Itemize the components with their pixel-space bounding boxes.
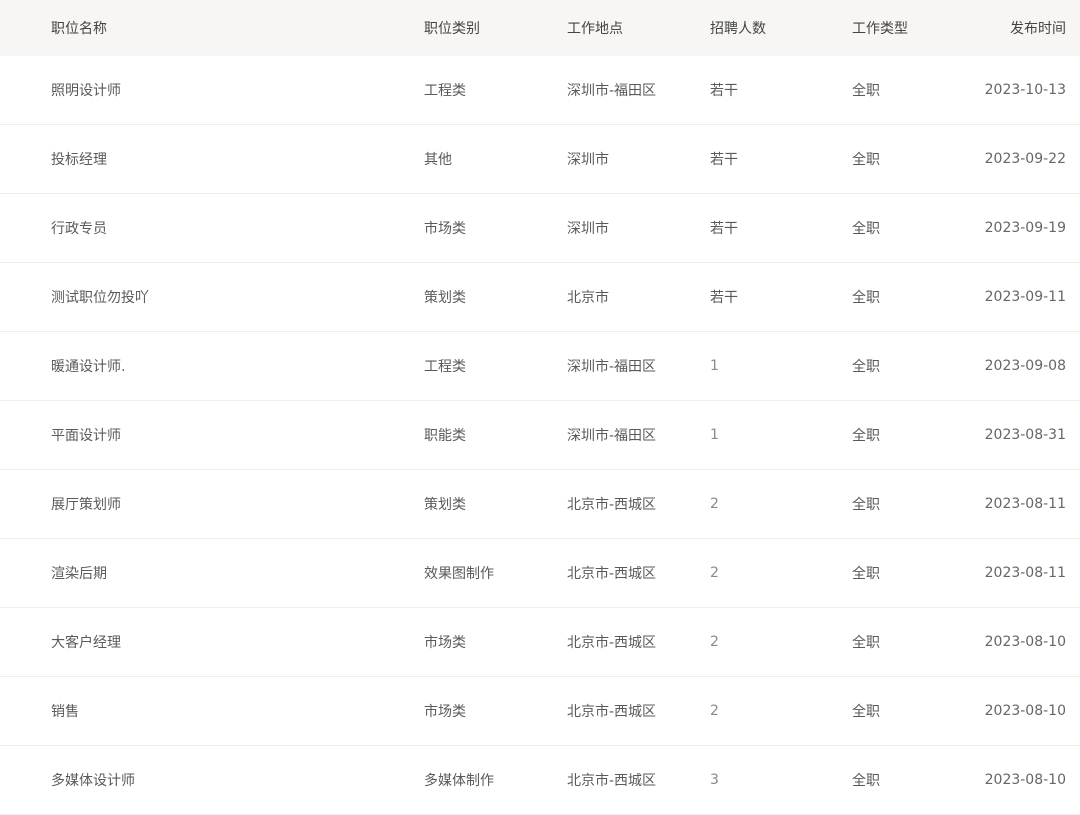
publish-date-cell: 2023-08-11 bbox=[984, 496, 1066, 512]
table-row[interactable]: 展厅策划师 策划类 北京市-西城区 2 全职 2023-08-11 bbox=[0, 470, 1080, 539]
position-name-link[interactable]: 渲染后期 bbox=[51, 539, 107, 607]
position-name-link[interactable]: 行政专员 bbox=[51, 194, 107, 262]
category-cell: 市场类 bbox=[424, 635, 466, 651]
position-name-link[interactable]: 大客户经理 bbox=[51, 608, 121, 676]
location-cell: 深圳市-福田区 bbox=[567, 83, 657, 99]
job-type-cell: 全职 bbox=[852, 152, 880, 168]
table-row[interactable]: 测试职位勿投吖 策划类 北京市 若干 全职 2023-09-11 bbox=[0, 263, 1080, 332]
position-name-link[interactable]: 平面设计师 bbox=[51, 401, 121, 469]
headcount-cell: 若干 bbox=[710, 221, 738, 237]
column-header-position-name: 职位名称 bbox=[51, 21, 107, 37]
headcount-cell: 2 bbox=[710, 565, 719, 581]
publish-date-cell: 2023-10-13 bbox=[984, 82, 1066, 98]
category-cell: 市场类 bbox=[424, 221, 466, 237]
category-cell: 工程类 bbox=[424, 359, 466, 375]
position-name-link[interactable]: 销售 bbox=[51, 677, 79, 745]
table-row[interactable]: 多媒体设计师 多媒体制作 北京市-西城区 3 全职 2023-08-10 bbox=[0, 746, 1080, 815]
category-cell: 策划类 bbox=[424, 497, 466, 513]
category-cell: 多媒体制作 bbox=[424, 773, 494, 789]
location-cell: 北京市-西城区 bbox=[567, 704, 657, 720]
job-type-cell: 全职 bbox=[852, 704, 880, 720]
headcount-cell: 若干 bbox=[710, 152, 738, 168]
position-name-link[interactable]: 展厅策划师 bbox=[51, 470, 121, 538]
position-name-link[interactable]: 照明设计师 bbox=[51, 56, 121, 124]
publish-date-cell: 2023-09-08 bbox=[984, 358, 1066, 374]
headcount-cell: 3 bbox=[710, 772, 719, 788]
publish-date-cell: 2023-08-11 bbox=[984, 565, 1066, 581]
table-row[interactable]: 行政专员 市场类 深圳市 若干 全职 2023-09-19 bbox=[0, 194, 1080, 263]
headcount-cell: 2 bbox=[710, 703, 719, 719]
table-row[interactable]: 照明设计师 工程类 深圳市-福田区 若干 全职 2023-10-13 bbox=[0, 56, 1080, 125]
location-cell: 深圳市 bbox=[567, 221, 609, 237]
location-cell: 北京市-西城区 bbox=[567, 566, 657, 582]
category-cell: 策划类 bbox=[424, 290, 466, 306]
publish-date-cell: 2023-09-19 bbox=[984, 220, 1066, 236]
position-name-link[interactable]: 测试职位勿投吖 bbox=[51, 263, 149, 331]
job-type-cell: 全职 bbox=[852, 290, 880, 306]
table-row[interactable]: 渲染后期 效果图制作 北京市-西城区 2 全职 2023-08-11 bbox=[0, 539, 1080, 608]
location-cell: 北京市-西城区 bbox=[567, 773, 657, 789]
job-type-cell: 全职 bbox=[852, 635, 880, 651]
job-type-cell: 全职 bbox=[852, 566, 880, 582]
location-cell: 北京市-西城区 bbox=[567, 497, 657, 513]
location-cell: 北京市 bbox=[567, 290, 609, 306]
table-row[interactable]: 销售 市场类 北京市-西城区 2 全职 2023-08-10 bbox=[0, 677, 1080, 746]
column-header-category: 职位类别 bbox=[424, 21, 480, 37]
column-header-job-type: 工作类型 bbox=[852, 21, 908, 37]
column-header-location: 工作地点 bbox=[567, 21, 623, 37]
location-cell: 北京市-西城区 bbox=[567, 635, 657, 651]
table-row[interactable]: 平面设计师 职能类 深圳市-福田区 1 全职 2023-08-31 bbox=[0, 401, 1080, 470]
headcount-cell: 若干 bbox=[710, 83, 738, 99]
table-header-row: 职位名称 职位类别 工作地点 招聘人数 工作类型 发布时间 bbox=[0, 0, 1080, 56]
job-type-cell: 全职 bbox=[852, 83, 880, 99]
location-cell: 深圳市 bbox=[567, 152, 609, 168]
category-cell: 市场类 bbox=[424, 704, 466, 720]
category-cell: 工程类 bbox=[424, 83, 466, 99]
table-row[interactable]: 暖通设计师. 工程类 深圳市-福田区 1 全职 2023-09-08 bbox=[0, 332, 1080, 401]
position-name-link[interactable]: 投标经理 bbox=[51, 125, 107, 193]
category-cell: 职能类 bbox=[424, 428, 466, 444]
job-type-cell: 全职 bbox=[852, 773, 880, 789]
location-cell: 深圳市-福田区 bbox=[567, 359, 657, 375]
column-header-headcount: 招聘人数 bbox=[710, 21, 766, 37]
position-name-link[interactable]: 多媒体设计师 bbox=[51, 746, 135, 814]
job-type-cell: 全职 bbox=[852, 359, 880, 375]
publish-date-cell: 2023-09-22 bbox=[984, 151, 1066, 167]
job-type-cell: 全职 bbox=[852, 428, 880, 444]
category-cell: 其他 bbox=[424, 152, 452, 168]
table-body: 照明设计师 工程类 深圳市-福田区 若干 全职 2023-10-13 投标经理 其他 深圳市 若干… bbox=[0, 56, 1080, 815]
location-cell: 深圳市-福田区 bbox=[567, 428, 657, 444]
publish-date-cell: 2023-09-11 bbox=[984, 289, 1066, 305]
position-name-link[interactable]: 暖通设计师. bbox=[51, 332, 125, 400]
headcount-cell: 1 bbox=[710, 427, 719, 443]
publish-date-cell: 2023-08-10 bbox=[984, 703, 1066, 719]
headcount-cell: 2 bbox=[710, 496, 719, 512]
publish-date-cell: 2023-08-10 bbox=[984, 634, 1066, 650]
headcount-cell: 1 bbox=[710, 358, 719, 374]
job-listings-table: 职位名称 职位类别 工作地点 招聘人数 工作类型 发布时间 照明设计师 工程类 深圳… bbox=[0, 0, 1080, 815]
headcount-cell: 2 bbox=[710, 634, 719, 650]
job-type-cell: 全职 bbox=[852, 221, 880, 237]
category-cell: 效果图制作 bbox=[424, 566, 494, 582]
table-row[interactable]: 投标经理 其他 深圳市 若干 全职 2023-09-22 bbox=[0, 125, 1080, 194]
publish-date-cell: 2023-08-10 bbox=[984, 772, 1066, 788]
job-type-cell: 全职 bbox=[852, 497, 880, 513]
table-row[interactable]: 大客户经理 市场类 北京市-西城区 2 全职 2023-08-10 bbox=[0, 608, 1080, 677]
publish-date-cell: 2023-08-31 bbox=[984, 427, 1066, 443]
column-header-publish-date: 发布时间 bbox=[1010, 21, 1066, 37]
headcount-cell: 若干 bbox=[710, 290, 738, 306]
